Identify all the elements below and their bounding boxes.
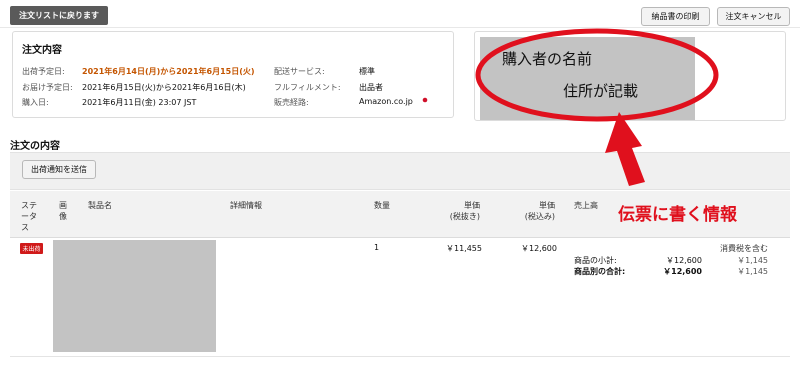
- ship-date-value: 2021年6月14日(月)から2021年6月15日(火): [82, 67, 255, 76]
- col-status: ステータス: [21, 201, 37, 232]
- delivery-date-label: お届け予定日:: [22, 83, 73, 92]
- back-to-order-list-button[interactable]: 注文リストに戻ります: [10, 6, 108, 25]
- subtotal-value: ￥12,600: [666, 256, 702, 265]
- col-quantity: 数量: [374, 201, 390, 210]
- action-bar: [10, 152, 790, 190]
- col-price-ex-sub: (税抜き): [449, 212, 480, 221]
- buyer-name-note: 購入者の名前: [502, 50, 593, 68]
- buyer-address-note: 住所が記載: [563, 82, 639, 100]
- fulfillment-label: フルフィルメント:: [274, 83, 341, 92]
- row-price-in: ￥12,600: [521, 244, 557, 253]
- send-shipping-notice-button[interactable]: 出荷通知を送信: [22, 160, 96, 179]
- divider: [0, 27, 800, 28]
- divider: [10, 356, 790, 357]
- tax-included-note: 消費税を含む: [720, 244, 768, 253]
- ship-date-label: 出荷予定日:: [22, 67, 65, 76]
- product-image: [53, 240, 216, 352]
- cancel-order-button[interactable]: 注文キャンセル: [717, 7, 790, 26]
- total-tax: ￥1,145: [737, 267, 768, 276]
- total-label: 商品別の合計:: [574, 267, 626, 276]
- sales-channel-label: 販売経路:: [274, 98, 309, 107]
- sales-channel-value: Amazon.co.jp: [359, 97, 413, 106]
- col-price-in: 単価: [539, 201, 555, 210]
- row-quantity: 1: [374, 243, 380, 252]
- col-price-in-sub: (税込み): [524, 212, 555, 221]
- order-contents-title: 注文の内容: [10, 141, 60, 152]
- subtotal-tax: ￥1,145: [737, 256, 768, 265]
- fulfillment-value: 出品者: [359, 83, 383, 92]
- total-value: ￥12,600: [663, 267, 702, 276]
- annotation-label: 伝票に書く情報: [618, 205, 737, 225]
- shipping-service-value: 標準: [359, 67, 375, 76]
- purchase-date-label: 購入日:: [22, 98, 49, 107]
- print-packing-slip-button[interactable]: 納品書の印刷: [641, 7, 710, 26]
- order-summary-title: 注文内容: [22, 45, 62, 56]
- col-product: 製品名: [88, 201, 112, 210]
- purchase-date-value: 2021年6月11日(金) 23:07 JST: [82, 98, 197, 107]
- subtotal-label: 商品の小計:: [574, 256, 617, 265]
- japan-flag-icon: [422, 97, 428, 103]
- col-sales: 売上高: [574, 201, 598, 210]
- status-badge: 未出荷: [20, 243, 43, 254]
- shipping-service-label: 配送サービス:: [274, 67, 325, 76]
- col-price-ex: 単価: [464, 201, 480, 210]
- col-image: 画像: [59, 201, 67, 221]
- col-detail: 詳細情報: [230, 201, 262, 210]
- row-price-ex: ￥11,455: [446, 244, 482, 253]
- delivery-date-value: 2021年6月15日(火)から2021年6月16日(木): [82, 83, 246, 92]
